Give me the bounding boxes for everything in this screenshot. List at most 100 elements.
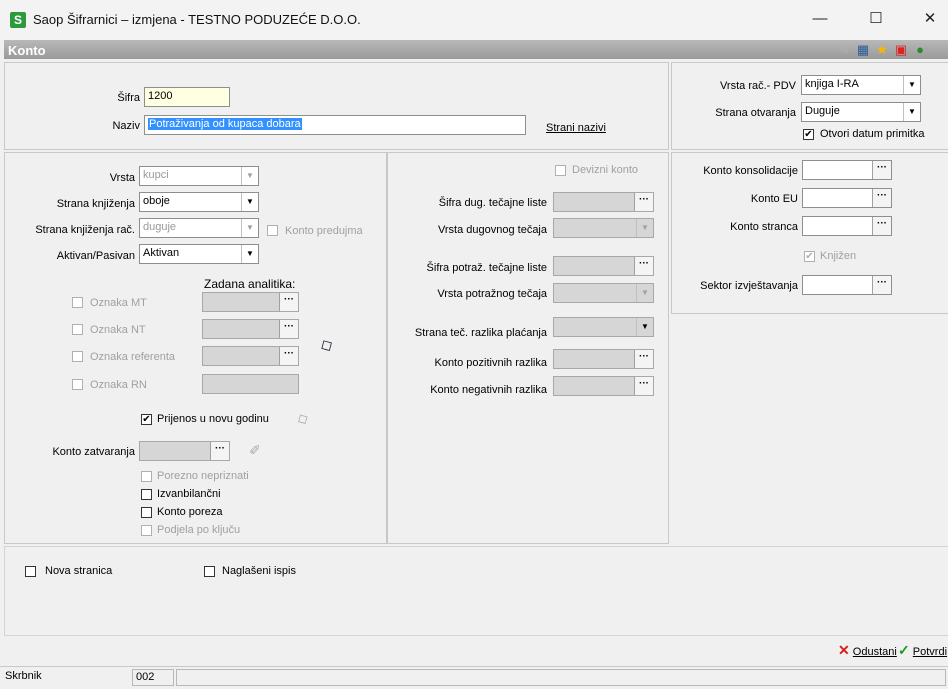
nova-stranica-label: Nova stranica [45, 565, 113, 577]
knjizen-label: Knjižen [820, 250, 857, 262]
more-icon[interactable]: ··· [634, 377, 653, 395]
naziv-label: Naziv [112, 120, 140, 132]
sektor-izvjestavanja-label: Sektor izvještavanja [700, 280, 798, 292]
strani-nazivi-link[interactable]: Strani nazivi [546, 122, 606, 134]
podjela-po-kljucu-label: Podjela po ključu [157, 524, 241, 536]
konto-poreza-checkbox[interactable] [141, 507, 152, 518]
more-icon[interactable]: ··· [279, 293, 298, 311]
naglaseni-ispis-label: Naglašeni ispis [222, 565, 296, 577]
aktivan-pasivan-value: Aktivan [143, 247, 180, 259]
more-icon[interactable]: ··· [634, 257, 653, 275]
chevron-down-icon[interactable]: ▼ [636, 318, 653, 336]
strana-knjizenja-rac-value: duguje [143, 221, 177, 233]
podjela-po-kljucu-checkbox [141, 525, 152, 536]
more-icon[interactable]: ··· [634, 193, 653, 211]
potvrdi-label: Potvrdi [912, 646, 948, 658]
table-icon[interactable]: ▦ [855, 42, 871, 58]
konto-predujma-label: Konto predujma [285, 225, 363, 237]
strana-otvaranja-value: Duguje [805, 105, 840, 117]
strana-tec-razlika-label: Strana teč. razlika plaćanja [414, 327, 547, 339]
chevron-down-icon[interactable]: ▼ [903, 76, 920, 94]
strana-knjizenja-rac-label: Strana knjiženja rač. [35, 224, 135, 236]
potvrdi-button[interactable]: ✓ Potvrdi [898, 642, 948, 660]
konto-konsolidacije-input[interactable]: ··· [802, 160, 892, 180]
prijenos-label: Prijenos u novu godinu [157, 413, 269, 425]
header-panel [4, 62, 669, 150]
strana-otvaranja-label: Strana otvaranja [715, 107, 796, 119]
prijenos-checkbox[interactable]: ✔ [141, 414, 152, 425]
exit-icon[interactable]: ● [912, 42, 928, 58]
more-icon[interactable]: ··· [279, 320, 298, 338]
zadana-analitika-label: Zadana analitika: [204, 277, 296, 291]
naziv-input[interactable]: Potraživanja od kupaca dobara [144, 115, 526, 135]
vrsta-label: Vrsta [109, 172, 135, 184]
strana-knjizenja-select[interactable]: oboje ▼ [139, 192, 259, 212]
chevron-down-icon[interactable]: ▼ [903, 103, 920, 121]
konto-negativnih-razlika-label: Konto negativnih razlika [430, 384, 547, 396]
devizni-konto-label: Devizni konto [572, 164, 639, 176]
more-icon[interactable]: ··· [872, 276, 891, 294]
izvanbilancni-label: Izvanbilančni [157, 488, 221, 500]
form-header-bar [4, 40, 948, 59]
odustani-button[interactable]: ✕ Odustani [838, 642, 897, 660]
strana-knjizenja-label: Strana knjiženja [56, 198, 135, 210]
otvori-datum-label: Otvori datum primitka [820, 128, 925, 140]
konto-eu-label: Konto EU [750, 193, 798, 205]
form-title: Konto [8, 43, 46, 58]
edit-icon: ✐ [249, 442, 261, 458]
app-icon: S [10, 12, 26, 28]
more-icon[interactable]: ··· [210, 442, 229, 460]
konto-pozitivnih-razlika-input: ··· [553, 349, 654, 369]
sifra-potraz-tecajne-liste-input: ··· [553, 256, 654, 276]
more-icon[interactable]: ··· [872, 189, 891, 207]
konto-stranca-input[interactable]: ··· [802, 216, 892, 236]
vrsta-potraznog-tecaja-label: Vrsta potražnog tečaja [437, 288, 547, 300]
vrsta-rac-pdv-value: knjiga I-RA [805, 78, 859, 90]
sifra-label: Šifra [117, 92, 140, 104]
more-icon[interactable]: ··· [634, 350, 653, 368]
strana-otvaranja-select[interactable]: Duguje ▼ [801, 102, 921, 122]
vrsta-rac-pdv-label: Vrsta rač.- PDV [720, 80, 796, 92]
aktivan-pasivan-select[interactable]: Aktivan ▼ [139, 244, 259, 264]
oznaka-mt-input: ··· [202, 292, 299, 312]
nova-stranica-checkbox[interactable] [25, 566, 36, 577]
konto-stranca-label: Konto stranca [730, 221, 798, 233]
minimize-button[interactable]: — [802, 4, 838, 34]
oznaka-referenta-label: Oznaka referenta [90, 351, 175, 363]
chevron-down-icon: ▼ [636, 284, 653, 302]
devizni-konto-checkbox [555, 165, 566, 176]
strana-knjizenja-rac-select: duguje ▼ [139, 218, 259, 238]
more-icon[interactable]: ··· [872, 161, 891, 179]
chevron-down-icon: ▼ [241, 167, 258, 185]
oznaka-nt-label: Oznaka NT [90, 324, 146, 336]
konto-zatvaranja-input[interactable]: ··· [139, 441, 230, 461]
more-icon[interactable]: ··· [872, 217, 891, 235]
sektor-izvjestavanja-input[interactable]: ··· [802, 275, 892, 295]
oznaka-referenta-checkbox [72, 351, 83, 362]
konto-zatvaranja-label: Konto zatvaranja [52, 446, 135, 458]
status-code: 002 [132, 669, 174, 686]
maximize-button[interactable]: ☐ [858, 4, 894, 34]
sifra-dug-tecajne-liste-label: Šifra dug. tečajne liste [438, 197, 547, 209]
star-icon[interactable]: ★ [874, 42, 890, 58]
close-button[interactable]: ✕ [912, 4, 948, 34]
window-title: Saop Šifrarnici – izmjena - TESTNO PODUZ… [33, 12, 361, 27]
konto-eu-input[interactable]: ··· [802, 188, 892, 208]
strana-tec-razlika-select[interactable]: ▼ [553, 317, 654, 337]
vrsta-rac-pdv-select[interactable]: knjiga I-RA ▼ [801, 75, 921, 95]
izvanbilancni-checkbox[interactable] [141, 489, 152, 500]
edit-icon[interactable]: ✎ [836, 42, 852, 58]
oznaka-rn-checkbox [72, 379, 83, 390]
vrsta-value: kupci [143, 169, 169, 181]
sifra-input[interactable]: 1200 [144, 87, 230, 107]
konto-konsolidacije-label: Konto konsolidacije [703, 165, 798, 177]
aktivan-pasivan-label: Aktivan/Pasivan [56, 250, 135, 262]
pdf-icon[interactable]: ▣ [893, 42, 909, 58]
chevron-down-icon[interactable]: ▼ [241, 245, 258, 263]
status-user: Skrbnik [5, 670, 42, 682]
chevron-down-icon[interactable]: ▼ [241, 193, 258, 211]
naglaseni-ispis-checkbox[interactable] [204, 566, 215, 577]
more-icon[interactable]: ··· [279, 347, 298, 365]
sifra-potraz-tecajne-liste-label: Šifra potraž. tečajne liste [426, 262, 547, 274]
otvori-datum-checkbox[interactable]: ✔ [803, 129, 814, 140]
